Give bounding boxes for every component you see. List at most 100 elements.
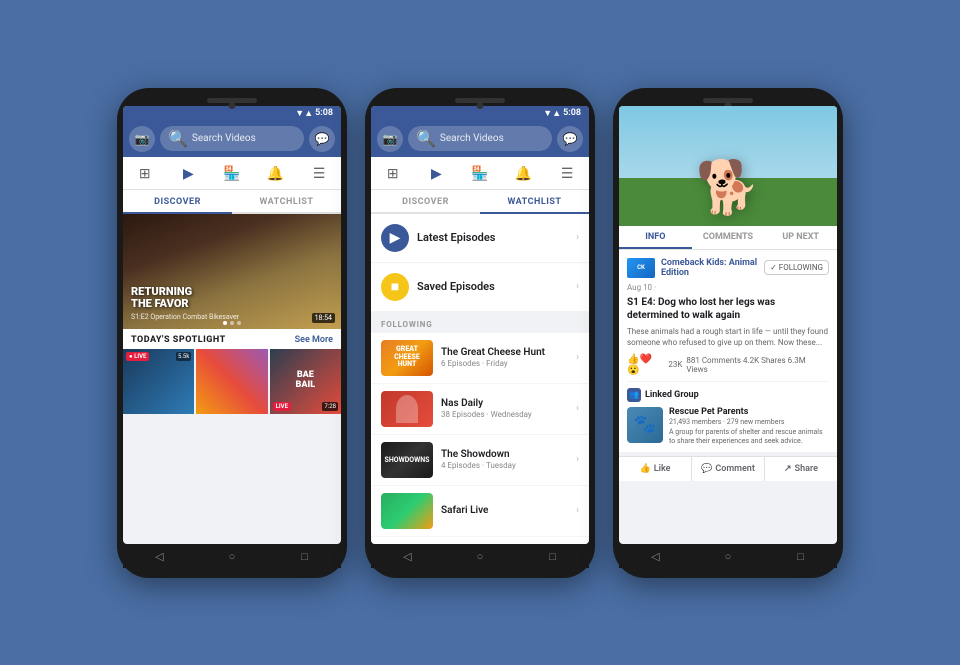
saved-title: Saved Episodes xyxy=(417,280,576,293)
messenger-icon-1[interactable]: 💬 xyxy=(309,126,335,152)
like-icon: 👍 xyxy=(640,464,651,474)
hero-subtitle-1: S1:E2 Operation Combat Bikesaver xyxy=(131,313,239,321)
tab-discover-1[interactable]: DISCOVER xyxy=(123,190,232,214)
hero-dots-1 xyxy=(223,321,241,325)
search-text-2: Search Videos xyxy=(440,133,504,144)
tab-discover-2[interactable]: DISCOVER xyxy=(371,190,480,212)
showdown-title: The Showdown xyxy=(441,449,576,460)
group-name: Rescue Pet Parents xyxy=(669,407,829,417)
video-icon-2[interactable]: ▶ xyxy=(420,162,452,186)
latest-episodes-item[interactable]: ▶ Latest Episodes › xyxy=(371,214,589,263)
show-name: Comeback Kids: Animal Edition xyxy=(661,258,758,278)
home-icon-1[interactable]: ⊞ xyxy=(129,162,161,186)
spotlight-duration-3: 7:28 xyxy=(322,402,338,411)
tab-watchlist-1[interactable]: WATCHLIST xyxy=(232,190,341,212)
video-icon-1[interactable]: ▶ xyxy=(172,162,204,186)
messenger-icon-2[interactable]: 💬 xyxy=(557,126,583,152)
group-info: Rescue Pet Parents 21,493 members · 279 … xyxy=(669,407,829,446)
linked-group: 👥 Linked Group 🐾 Rescue Pet Parents 21,4… xyxy=(619,382,837,452)
live-badge-1: ● LIVE xyxy=(126,352,149,361)
home-btn-2[interactable]: ○ xyxy=(472,549,488,565)
cheese-title: The Great Cheese Hunt xyxy=(441,347,576,358)
spotlight-item-1[interactable]: ● LIVE 5.5k xyxy=(123,349,194,414)
phone-2: ▼▲ 5:08 📷 🔍 Search Videos 💬 ⊞ ▶ 🏪 🔔 ☰ xyxy=(365,88,595,578)
recents-btn-1[interactable]: □ xyxy=(297,549,313,565)
reaction-count: 23K xyxy=(668,360,682,369)
top-nav-2: 📷 🔍 Search Videos 💬 xyxy=(371,121,589,157)
phone-2-camera xyxy=(477,102,484,109)
spotlight-label-1: TODAY'S SPOTLIGHT xyxy=(131,335,226,345)
marketplace-icon-2[interactable]: 🏪 xyxy=(464,162,496,186)
search-bar-2[interactable]: 🔍 Search Videos xyxy=(408,126,552,151)
camera-icon-1[interactable]: 📷 xyxy=(129,126,155,152)
back-btn-1[interactable]: ◁ xyxy=(151,549,167,565)
group-meta: 21,493 members · 279 new members xyxy=(669,418,829,426)
show-item-safari[interactable]: Safari Live › xyxy=(371,486,589,537)
phone-2-screen: ▼▲ 5:08 📷 🔍 Search Videos 💬 ⊞ ▶ 🏪 🔔 ☰ xyxy=(371,106,589,544)
cheese-info: The Great Cheese Hunt 6 Episodes · Frida… xyxy=(441,347,576,368)
home-icon-2[interactable]: ⊞ xyxy=(377,162,409,186)
spotlight-item-3[interactable]: BAEBAIL 7:28 LIVE xyxy=(270,349,341,414)
spotlight-thumb-2 xyxy=(196,349,267,414)
home-btn-3[interactable]: ○ xyxy=(720,549,736,565)
linked-group-title: Linked Group xyxy=(645,390,699,400)
tab-comments[interactable]: COMMENTS xyxy=(692,226,765,249)
icon-bar-2: ⊞ ▶ 🏪 🔔 ☰ xyxy=(371,157,589,190)
hero-video-1[interactable]: RETURNINGTHE FAVOR S1:E2 Operation Comba… xyxy=(123,214,341,329)
hero-overlay-1: RETURNINGTHE FAVOR S1:E2 Operation Comba… xyxy=(131,286,239,320)
phone-1-nav: ◁ ○ □ xyxy=(123,544,341,568)
tab-upnext[interactable]: UP NEXT xyxy=(764,226,837,249)
recents-btn-3[interactable]: □ xyxy=(793,549,809,565)
info-section: CK Comeback Kids: Animal Edition ✓ FOLLO… xyxy=(619,250,837,382)
dog-video[interactable]: 🐕 xyxy=(619,106,837,226)
tabs-2: DISCOVER WATCHLIST xyxy=(371,190,589,214)
search-text-1: Search Videos xyxy=(192,133,256,144)
latest-icon: ▶ xyxy=(381,224,409,252)
marketplace-icon-1[interactable]: 🏪 xyxy=(216,162,248,186)
phone-3: 🐕 INFO COMMENTS UP NEXT CK Comeback Kids… xyxy=(613,88,843,578)
hero-title-1: RETURNINGTHE FAVOR xyxy=(131,286,239,310)
bell-icon-1[interactable]: 🔔 xyxy=(260,162,292,186)
show-item-showdown[interactable]: SHOWDOWNS The Showdown 4 Episodes · Tues… xyxy=(371,435,589,486)
back-btn-3[interactable]: ◁ xyxy=(647,549,663,565)
comment-button[interactable]: 💬 Comment xyxy=(692,457,765,481)
following-button[interactable]: ✓ FOLLOWING xyxy=(764,260,829,275)
dog-scene: 🐕 xyxy=(619,106,837,226)
bell-icon-2[interactable]: 🔔 xyxy=(508,162,540,186)
linked-label-row: 👥 Linked Group xyxy=(627,388,829,402)
nas-meta: 38 Episodes · Wednesday xyxy=(441,410,576,419)
dot-3 xyxy=(237,321,241,325)
home-btn-1[interactable]: ○ xyxy=(224,549,240,565)
group-row[interactable]: 🐾 Rescue Pet Parents 21,493 members · 27… xyxy=(627,407,829,446)
menu-icon-1[interactable]: ☰ xyxy=(303,162,335,186)
latest-title: Latest Episodes xyxy=(417,231,576,244)
spotlight-item-2[interactable] xyxy=(196,349,267,414)
cheese-meta: 6 Episodes · Friday xyxy=(441,359,576,368)
phone-1-camera xyxy=(229,102,236,109)
tab-info[interactable]: INFO xyxy=(619,226,692,249)
action-bar: 👍 Like 💬 Comment ↗ Share xyxy=(619,456,837,481)
search-bar-1[interactable]: 🔍 Search Videos xyxy=(160,126,304,151)
recents-btn-2[interactable]: □ xyxy=(545,549,561,565)
menu-icon-2[interactable]: ☰ xyxy=(551,162,583,186)
saved-episodes-item[interactable]: ■ Saved Episodes › xyxy=(371,263,589,312)
share-button[interactable]: ↗ Share xyxy=(765,457,837,481)
spotlight-header-1: TODAY'S SPOTLIGHT See More xyxy=(123,329,341,349)
camera-icon-2[interactable]: 📷 xyxy=(377,126,403,152)
comment-label: Comment xyxy=(715,464,755,474)
see-more-1[interactable]: See More xyxy=(295,335,333,345)
nas-info: Nas Daily 38 Episodes · Wednesday xyxy=(441,398,576,419)
saved-chevron: › xyxy=(576,281,579,292)
like-button[interactable]: 👍 Like xyxy=(619,457,692,481)
nas-thumb xyxy=(381,391,433,427)
cheese-thumb: GREATCHEESEHUNT xyxy=(381,340,433,376)
top-nav-1: 📷 🔍 Search Videos 💬 xyxy=(123,121,341,157)
show-item-cheese[interactable]: GREATCHEESEHUNT The Great Cheese Hunt 6 … xyxy=(371,333,589,384)
tab-watchlist-2[interactable]: WATCHLIST xyxy=(480,190,589,214)
episode-date: Aug 10 · xyxy=(627,283,829,292)
back-btn-2[interactable]: ◁ xyxy=(399,549,415,565)
like-label: Like xyxy=(654,464,671,474)
show-item-nas[interactable]: Nas Daily 38 Episodes · Wednesday › xyxy=(371,384,589,435)
show-row: CK Comeback Kids: Animal Edition ✓ FOLLO… xyxy=(627,258,829,278)
nas-person xyxy=(396,395,418,423)
